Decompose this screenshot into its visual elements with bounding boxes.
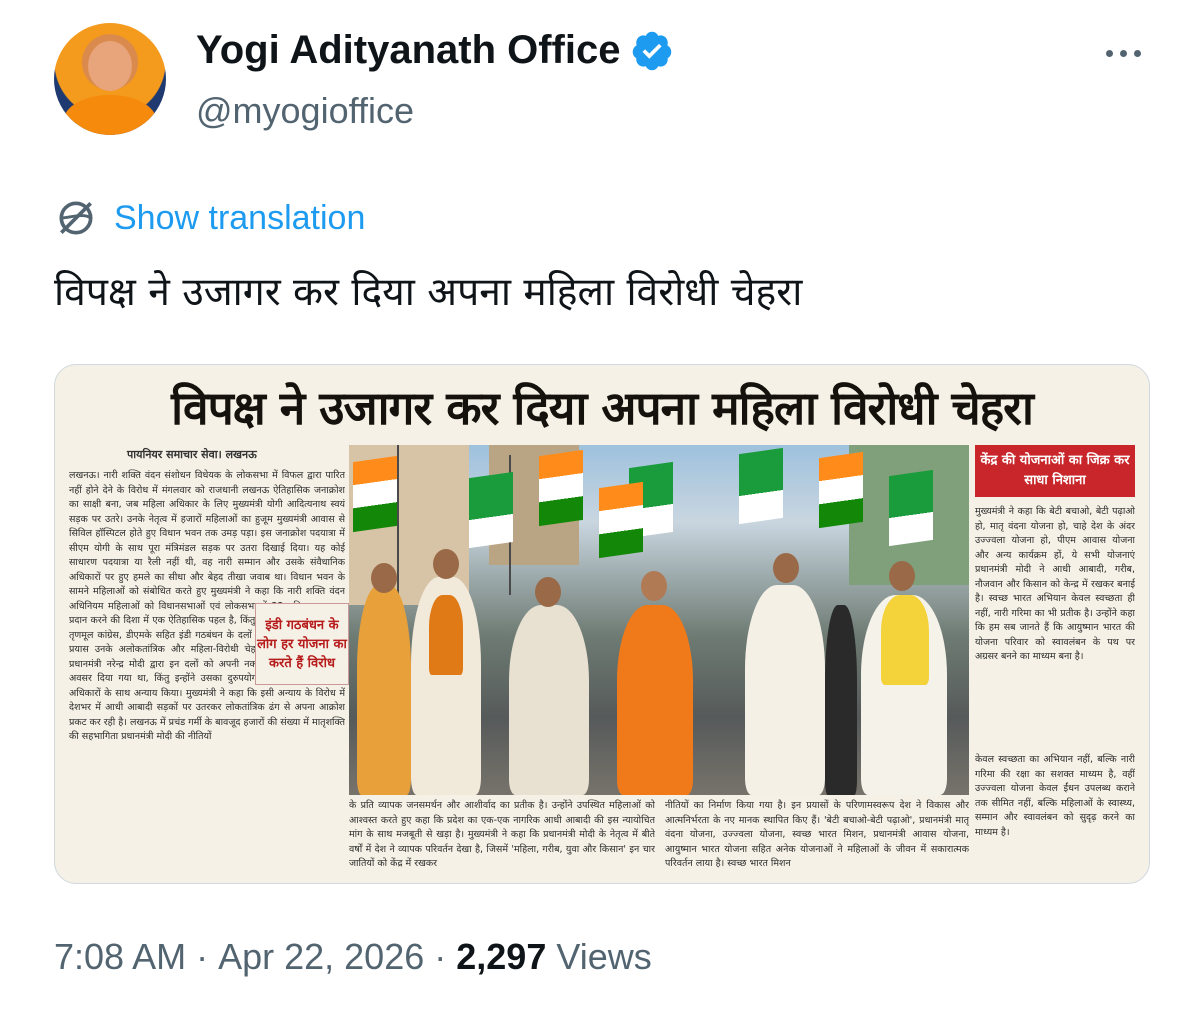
newspaper-inset-box: इंडी गठबंधन के लोग हर योजना का करते हैं … [255,603,349,685]
newspaper-byline: पायनियर समाचार सेवा। लखनऊ [127,448,257,461]
avatar-robe [64,95,156,135]
tweet-media-image[interactable]: विपक्ष ने उजागर कर दिया अपना महिला विरोध… [54,364,1150,884]
tricolour-flag [819,451,863,529]
photo-person-head [535,577,561,607]
newspaper-right-title: केंद्र की योजनाओं का जिक्र कर साधा निशान… [975,445,1135,497]
tweet-date[interactable]: Apr 22, 2026 [218,936,424,978]
tweet-text: विपक्ष ने उजागर कर दिया अपना महिला विरोध… [54,270,803,315]
newspaper-photo [349,445,969,795]
newspaper-headline: विपक्ष ने उजागर कर दिया अपना महिला विरोध… [171,381,1034,435]
photo-person-head [371,563,397,593]
newspaper-caption-right: नीतियों का निर्माण किया गया है। इन प्रया… [665,800,969,869]
tweet-time[interactable]: 7:08 AM [54,936,186,978]
tricolour-flag [539,449,583,527]
newspaper-caption-left: के प्रति व्यापक जनसमर्थन और आशीर्वाद का … [349,800,655,869]
photo-person-head [889,561,915,591]
photo-person-vest [429,595,463,675]
more-dot-icon [1133,49,1141,57]
more-dot-icon [1105,49,1113,57]
green-flag [739,447,783,525]
flag-pole [397,445,399,595]
avatar-face [88,41,132,91]
more-dot-icon [1119,49,1127,57]
photo-person-saffron [617,605,693,795]
photo-person [509,605,589,795]
green-flag [889,469,933,547]
verified-badge-icon [633,31,672,70]
newspaper-inset-text: इंडी गठबंधन के लोग हर योजना का करते हैं … [257,617,347,671]
show-translation-button[interactable]: Show translation [54,196,365,240]
newspaper-right-box: केंद्र की योजनाओं का जिक्र कर साधा निशान… [975,445,1135,881]
tricolour-flag [599,481,643,559]
photo-person-head [433,549,459,579]
newspaper-right-text-bottom: केवल स्वच्छता का अभियान नहीं, बल्कि नारी… [975,754,1135,838]
photo-person-head [641,571,667,601]
tricolour-flag [353,455,397,533]
tweet-meta: 7:08 AM · Apr 22, 2026 · 2,297 Views [54,936,652,978]
more-options-button[interactable] [1098,38,1148,68]
photo-person [825,605,857,795]
green-flag [469,471,513,549]
handle[interactable]: @myogioffice [196,90,414,132]
photo-person-head [773,553,799,583]
views-label: Views [556,936,652,977]
author-name-row[interactable]: Yogi Adityanath Office [196,28,674,73]
views-count: 2,297 [456,936,547,977]
photo-person [745,585,825,795]
avatar[interactable] [54,23,166,135]
show-translation-label[interactable]: Show translation [114,199,365,238]
translate-globe-icon [59,201,93,235]
meta-separator: · [196,936,209,977]
newspaper-right-text: मुख्यमंत्री ने कहा कि बेटी बचाओ, बेटी पढ… [975,506,1135,662]
photo-person [357,585,411,795]
display-name[interactable]: Yogi Adityanath Office [196,28,620,73]
photo-person-yellow-stole [881,595,929,685]
meta-separator: · [434,936,447,977]
